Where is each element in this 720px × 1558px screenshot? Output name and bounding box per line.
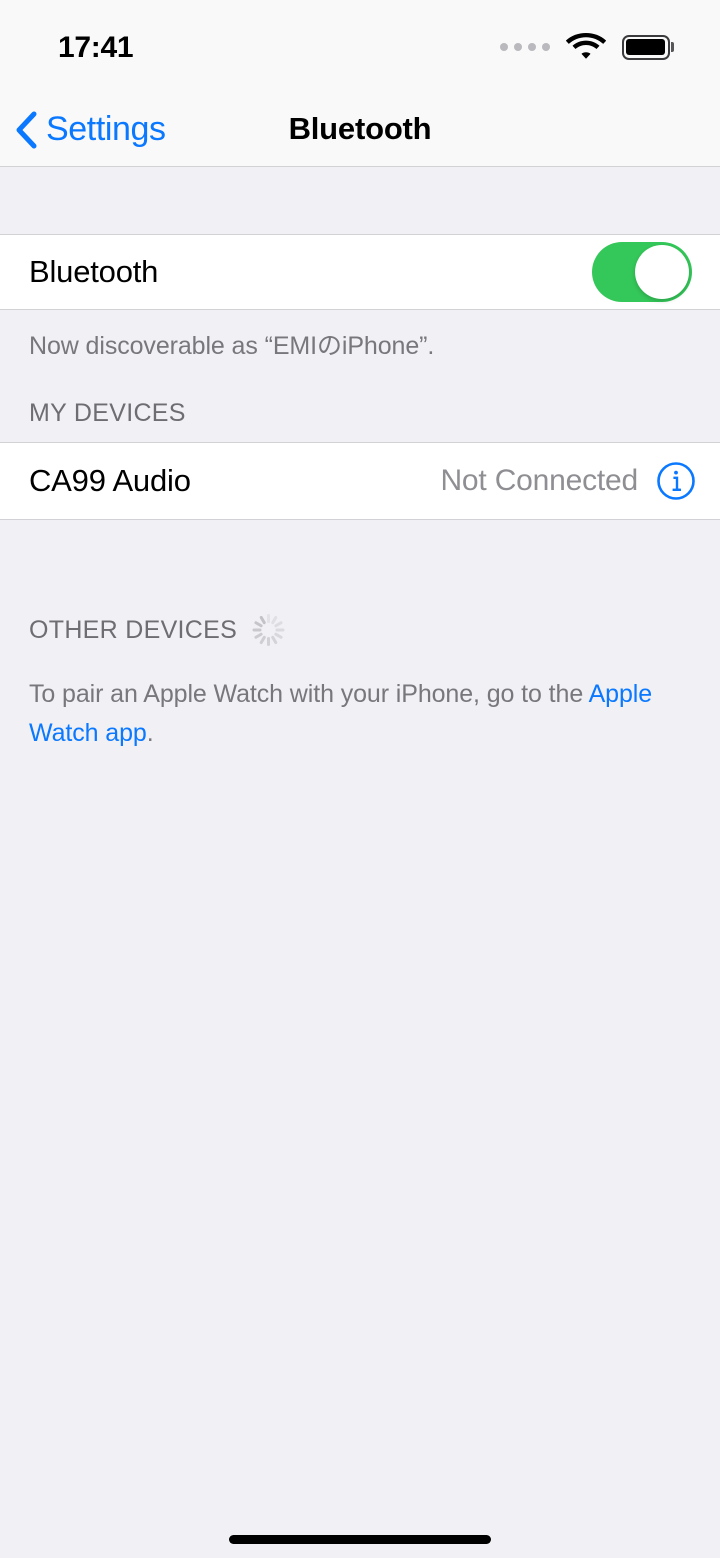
info-circle-icon[interactable]: [656, 461, 696, 501]
discoverable-note: Now discoverable as “EMIのiPhone”.: [29, 332, 435, 360]
status-bar-time: 17:41: [58, 31, 134, 64]
other-devices-header: OTHER DEVICES: [0, 580, 720, 661]
device-row-ca99-audio[interactable]: CA99 Audio Not Connected: [0, 441, 720, 520]
my-devices-header-label: MY DEVICES: [29, 398, 186, 427]
activity-spinner-icon: [251, 613, 285, 647]
iphone-screen: 17:41 Settings Bluetooth Bluetooth Now d…: [0, 0, 720, 1558]
navigation-bar: Settings Bluetooth: [0, 92, 720, 167]
bluetooth-label: Bluetooth: [29, 254, 159, 289]
status-bar: 17:41: [0, 0, 720, 92]
status-bar-indicators: [499, 31, 674, 62]
bluetooth-toggle-row[interactable]: Bluetooth: [0, 234, 720, 310]
toggle-knob: [635, 245, 689, 299]
battery-full-icon: [621, 34, 674, 60]
apple-watch-footer: To pair an Apple Watch with your iPhone,…: [0, 661, 720, 753]
other-devices-spacer: [0, 520, 720, 580]
footer-text-before: To pair an Apple Watch with your iPhone,…: [29, 679, 589, 708]
other-devices-header-label: OTHER DEVICES: [29, 616, 238, 645]
device-name: CA99 Audio: [29, 462, 191, 498]
device-status: Not Connected: [440, 463, 638, 497]
my-devices-header: MY DEVICES: [0, 364, 720, 442]
footer-text-after: .: [146, 718, 154, 747]
back-button-label: Settings: [46, 109, 166, 148]
back-button[interactable]: Settings: [14, 92, 176, 166]
top-group-spacer: [0, 168, 720, 234]
home-indicator[interactable]: [229, 1535, 491, 1544]
wifi-icon: [565, 32, 606, 59]
chevron-left-icon: [16, 111, 37, 149]
bluetooth-toggle-switch[interactable]: [592, 242, 692, 302]
signal-dots-icon: [499, 43, 550, 51]
settings-content: Bluetooth Now discoverable as “EMIのiPhon…: [0, 168, 720, 1558]
